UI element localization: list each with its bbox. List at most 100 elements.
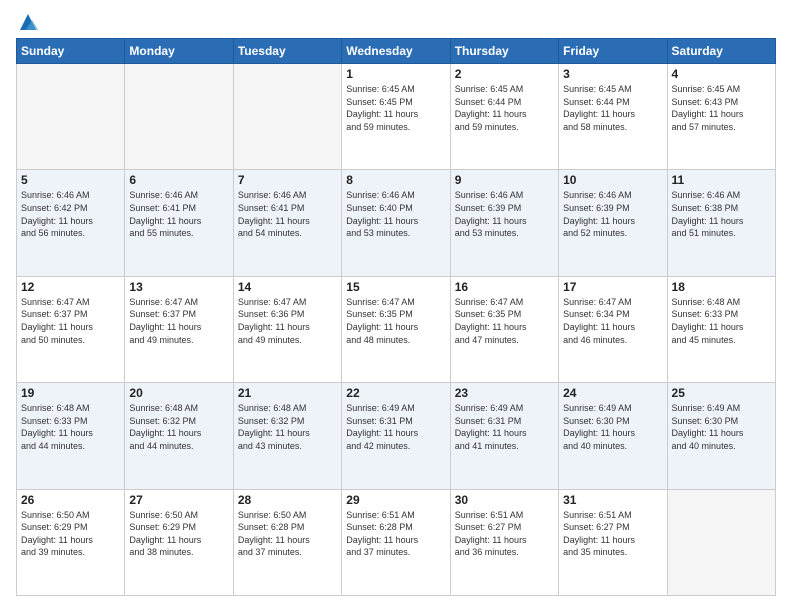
weekday-header-tuesday: Tuesday	[233, 39, 341, 64]
calendar-cell: 9 Sunrise: 6:46 AM Sunset: 6:39 PM Daylig…	[450, 170, 558, 276]
day-info: Sunrise: 6:46 AM Sunset: 6:41 PM Dayligh…	[129, 189, 228, 239]
calendar-cell: 16Sunrise: 6:47 AM Sunset: 6:35 PM Dayli…	[450, 276, 558, 382]
calendar-cell: 15 Sunrise: 6:47 AM Sunset: 6:35 PM Dayli…	[342, 276, 450, 382]
day-info: Sunrise: 6:47 AM Sunset: 6:37 PM Dayligh…	[129, 296, 228, 346]
calendar-cell: 31 Sunrise: 6:51 AM Sunset: 6:27 PM Dayli…	[559, 489, 667, 595]
day-info: Sunrise: 6:50 AM Sunset: 6:29 PM Dayligh…	[21, 509, 120, 559]
day-info: Sunrise: 6:50 AM Sunset: 6:28 PM Dayligh…	[238, 509, 337, 559]
calendar-week-row: 26 Sunrise: 6:50 AM Sunset: 6:29 PM Dayli…	[17, 489, 776, 595]
day-number: 2	[455, 67, 554, 81]
calendar-week-row: 1 Sunrise: 6:45 AM Sunset: 6:45 PM Daylig…	[17, 64, 776, 170]
day-info: Sunrise: 6:47 AM Sunset: 6:35 PM Dayligh…	[455, 296, 554, 346]
day-info: Sunrise: 6:46 AM Sunset: 6:39 PM Dayligh…	[455, 189, 554, 239]
weekday-header-wednesday: Wednesday	[342, 39, 450, 64]
calendar-week-row: 12 Sunrise: 6:47 AM Sunset: 6:37 PM Dayli…	[17, 276, 776, 382]
calendar-cell: 30Sunrise: 6:51 AM Sunset: 6:27 PM Dayli…	[450, 489, 558, 595]
day-number: 4	[672, 67, 771, 81]
calendar-cell: 22 Sunrise: 6:49 AM Sunset: 6:31 PM Dayli…	[342, 383, 450, 489]
calendar-cell: 24 Sunrise: 6:49 AM Sunset: 6:30 PM Dayli…	[559, 383, 667, 489]
day-number: 1	[346, 67, 445, 81]
day-number: 9	[455, 173, 554, 187]
day-info: Sunrise: 6:48 AM Sunset: 6:32 PM Dayligh…	[238, 402, 337, 452]
day-number: 31	[563, 493, 662, 507]
day-info: Sunrise: 6:49 AM Sunset: 6:31 PM Dayligh…	[346, 402, 445, 452]
day-number: 8	[346, 173, 445, 187]
calendar-cell: 17 Sunrise: 6:47 AM Sunset: 6:34 PM Dayli…	[559, 276, 667, 382]
day-info: Sunrise: 6:51 AM Sunset: 6:27 PM Dayligh…	[563, 509, 662, 559]
day-info: Sunrise: 6:47 AM Sunset: 6:36 PM Dayligh…	[238, 296, 337, 346]
calendar-cell: 19Sunrise: 6:48 AM Sunset: 6:33 PM Dayli…	[17, 383, 125, 489]
day-number: 18	[672, 280, 771, 294]
calendar-cell: 6 Sunrise: 6:46 AM Sunset: 6:41 PM Daylig…	[125, 170, 233, 276]
day-info: Sunrise: 6:47 AM Sunset: 6:34 PM Dayligh…	[563, 296, 662, 346]
calendar-cell: 21Sunrise: 6:48 AM Sunset: 6:32 PM Dayli…	[233, 383, 341, 489]
calendar-cell: 20Sunrise: 6:48 AM Sunset: 6:32 PM Dayli…	[125, 383, 233, 489]
weekday-header-friday: Friday	[559, 39, 667, 64]
day-number: 15	[346, 280, 445, 294]
day-number: 10	[563, 173, 662, 187]
day-number: 6	[129, 173, 228, 187]
day-info: Sunrise: 6:46 AM Sunset: 6:42 PM Dayligh…	[21, 189, 120, 239]
day-number: 19	[21, 386, 120, 400]
calendar-cell	[667, 489, 775, 595]
calendar-cell: 23Sunrise: 6:49 AM Sunset: 6:31 PM Dayli…	[450, 383, 558, 489]
calendar-cell: 4 Sunrise: 6:45 AM Sunset: 6:43 PM Daylig…	[667, 64, 775, 170]
day-info: Sunrise: 6:49 AM Sunset: 6:30 PM Dayligh…	[563, 402, 662, 452]
calendar-cell: 18 Sunrise: 6:48 AM Sunset: 6:33 PM Dayli…	[667, 276, 775, 382]
weekday-header-saturday: Saturday	[667, 39, 775, 64]
calendar-cell: 29 Sunrise: 6:51 AM Sunset: 6:28 PM Dayli…	[342, 489, 450, 595]
calendar-cell: 28 Sunrise: 6:50 AM Sunset: 6:28 PM Dayli…	[233, 489, 341, 595]
day-info: Sunrise: 6:51 AM Sunset: 6:28 PM Dayligh…	[346, 509, 445, 559]
weekday-header-monday: Monday	[125, 39, 233, 64]
calendar-cell: 7Sunrise: 6:46 AM Sunset: 6:41 PM Daylig…	[233, 170, 341, 276]
day-number: 5	[21, 173, 120, 187]
day-number: 25	[672, 386, 771, 400]
day-info: Sunrise: 6:47 AM Sunset: 6:37 PM Dayligh…	[21, 296, 120, 346]
day-info: Sunrise: 6:45 AM Sunset: 6:45 PM Dayligh…	[346, 83, 445, 133]
calendar-cell: 5 Sunrise: 6:46 AM Sunset: 6:42 PM Daylig…	[17, 170, 125, 276]
calendar-cell: 10 Sunrise: 6:46 AM Sunset: 6:39 PM Dayli…	[559, 170, 667, 276]
calendar-cell: 2Sunrise: 6:45 AM Sunset: 6:44 PM Daylig…	[450, 64, 558, 170]
page: SundayMondayTuesdayWednesdayThursdayFrid…	[0, 0, 792, 612]
calendar-cell: 11Sunrise: 6:46 AM Sunset: 6:38 PM Dayli…	[667, 170, 775, 276]
day-info: Sunrise: 6:46 AM Sunset: 6:39 PM Dayligh…	[563, 189, 662, 239]
logo	[16, 16, 38, 28]
day-number: 29	[346, 493, 445, 507]
calendar-cell: 25 Sunrise: 6:49 AM Sunset: 6:30 PM Dayli…	[667, 383, 775, 489]
day-info: Sunrise: 6:48 AM Sunset: 6:32 PM Dayligh…	[129, 402, 228, 452]
day-number: 12	[21, 280, 120, 294]
calendar-cell: 14 Sunrise: 6:47 AM Sunset: 6:36 PM Dayli…	[233, 276, 341, 382]
calendar-cell	[233, 64, 341, 170]
day-number: 23	[455, 386, 554, 400]
weekday-header-sunday: Sunday	[17, 39, 125, 64]
day-info: Sunrise: 6:50 AM Sunset: 6:29 PM Dayligh…	[129, 509, 228, 559]
calendar-cell: 3Sunrise: 6:45 AM Sunset: 6:44 PM Daylig…	[559, 64, 667, 170]
calendar-cell: 12 Sunrise: 6:47 AM Sunset: 6:37 PM Dayli…	[17, 276, 125, 382]
day-info: Sunrise: 6:45 AM Sunset: 6:44 PM Dayligh…	[563, 83, 662, 133]
calendar-cell: 1 Sunrise: 6:45 AM Sunset: 6:45 PM Daylig…	[342, 64, 450, 170]
day-number: 28	[238, 493, 337, 507]
day-number: 13	[129, 280, 228, 294]
calendar-cell: 27 Sunrise: 6:50 AM Sunset: 6:29 PM Dayli…	[125, 489, 233, 595]
calendar-cell	[125, 64, 233, 170]
day-number: 26	[21, 493, 120, 507]
day-info: Sunrise: 6:48 AM Sunset: 6:33 PM Dayligh…	[672, 296, 771, 346]
day-number: 24	[563, 386, 662, 400]
logo-icon	[18, 12, 38, 32]
header	[16, 16, 776, 28]
day-number: 22	[346, 386, 445, 400]
calendar-table: SundayMondayTuesdayWednesdayThursdayFrid…	[16, 38, 776, 596]
calendar-week-row: 19Sunrise: 6:48 AM Sunset: 6:33 PM Dayli…	[17, 383, 776, 489]
day-info: Sunrise: 6:49 AM Sunset: 6:30 PM Dayligh…	[672, 402, 771, 452]
day-number: 17	[563, 280, 662, 294]
calendar-cell: 26 Sunrise: 6:50 AM Sunset: 6:29 PM Dayli…	[17, 489, 125, 595]
day-info: Sunrise: 6:45 AM Sunset: 6:43 PM Dayligh…	[672, 83, 771, 133]
calendar-cell: 8Sunrise: 6:46 AM Sunset: 6:40 PM Daylig…	[342, 170, 450, 276]
day-info: Sunrise: 6:47 AM Sunset: 6:35 PM Dayligh…	[346, 296, 445, 346]
day-info: Sunrise: 6:46 AM Sunset: 6:38 PM Dayligh…	[672, 189, 771, 239]
calendar-cell: 13 Sunrise: 6:47 AM Sunset: 6:37 PM Dayli…	[125, 276, 233, 382]
day-number: 14	[238, 280, 337, 294]
day-info: Sunrise: 6:51 AM Sunset: 6:27 PM Dayligh…	[455, 509, 554, 559]
weekday-header-row: SundayMondayTuesdayWednesdayThursdayFrid…	[17, 39, 776, 64]
day-number: 27	[129, 493, 228, 507]
